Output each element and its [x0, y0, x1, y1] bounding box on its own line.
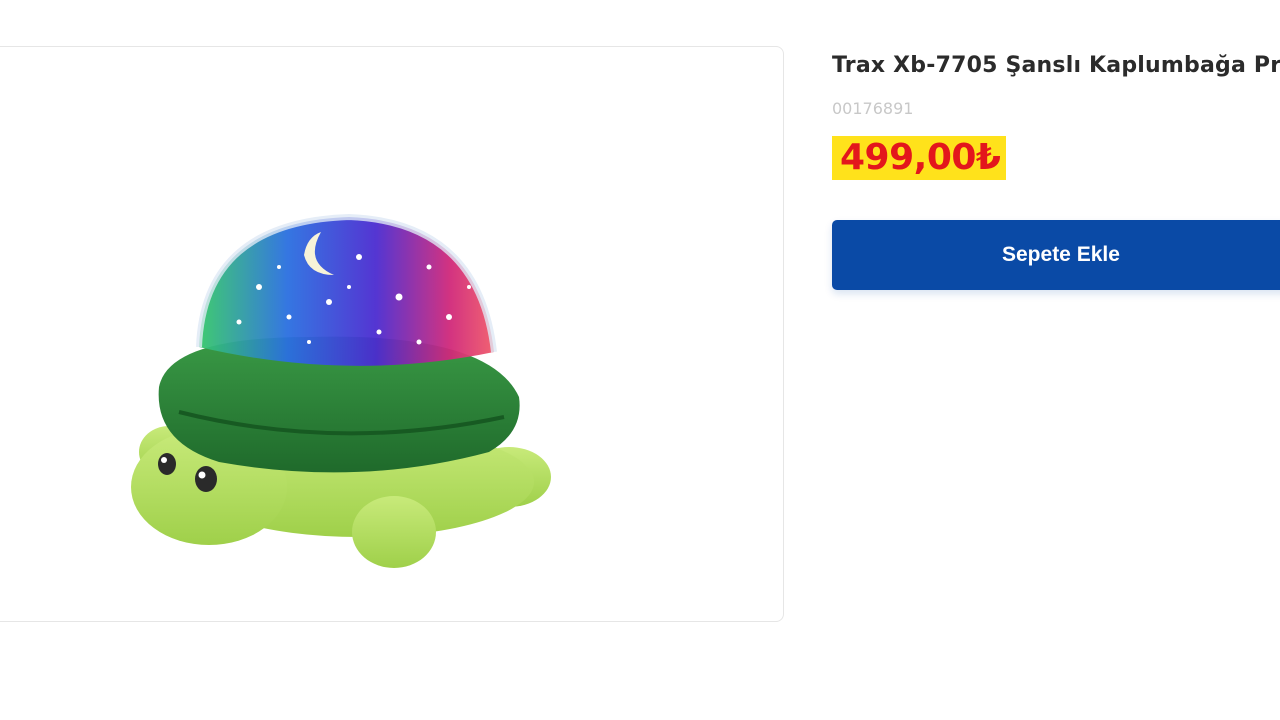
product-page: Trax Xb-7705 Şanslı Kaplumbağa Projeksiy…: [0, 0, 1280, 720]
add-to-cart-button[interactable]: Sepete Ekle: [832, 220, 1280, 290]
product-price: 499,00₺: [832, 136, 1007, 180]
turtle-projector-icon[interactable]: [109, 187, 579, 587]
product-sku: 00176891: [832, 99, 914, 118]
product-title: Trax Xb-7705 Şanslı Kaplumbağa Projeksiy…: [832, 53, 1280, 78]
product-info: Trax Xb-7705 Şanslı Kaplumbağa Projeksiy…: [832, 48, 1280, 290]
product-image-card: [0, 46, 784, 622]
